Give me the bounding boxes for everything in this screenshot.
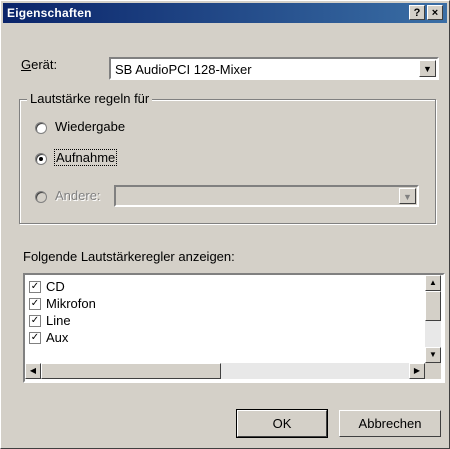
scroll-left-icon[interactable]: ◀ — [25, 363, 41, 379]
device-label-text: erät: — [31, 57, 58, 72]
other-device-select: ▼ — [114, 185, 419, 207]
help-button[interactable]: ? — [409, 5, 425, 20]
radio-playback-label[interactable]: Wiedergabe — [55, 119, 125, 134]
device-select-value: SB AudioPCI 128-Mixer — [115, 62, 252, 77]
scrollbar-corner — [425, 363, 441, 379]
device-label: Gerät: — [21, 57, 57, 72]
radio-other — [35, 191, 47, 203]
radio-recording-label[interactable]: Aufnahme — [53, 149, 118, 166]
window-title: Eigenschaften — [7, 6, 92, 20]
volume-group-legend: Lautstärke regeln für — [27, 91, 153, 106]
checkbox-aux[interactable]: ✓ — [29, 332, 41, 344]
radio-selected-dot — [39, 157, 43, 161]
device-label-accesskey: G — [21, 57, 32, 72]
radio-playback[interactable] — [35, 122, 47, 134]
title-bar[interactable]: Eigenschaften ? × — [3, 3, 447, 23]
controls-list-label: Folgende Lautstärkeregler anzeigen: — [23, 249, 235, 264]
chevron-down-icon[interactable]: ▼ — [419, 60, 436, 77]
device-select[interactable]: SB AudioPCI 128-Mixer ▼ — [109, 57, 439, 80]
ok-button[interactable]: OK — [236, 409, 328, 438]
close-button[interactable]: × — [427, 5, 443, 20]
checkbox-mikrofon[interactable]: ✓ — [29, 298, 41, 310]
list-item-label: Line — [46, 313, 71, 328]
scroll-right-icon[interactable]: ▶ — [409, 363, 425, 379]
radio-recording[interactable] — [35, 153, 47, 165]
scroll-up-icon[interactable]: ▲ — [425, 275, 441, 291]
checkbox-line[interactable]: ✓ — [29, 315, 41, 327]
controls-listbox[interactable]: ✓ CD ✓ Mikrofon ✓ Line ✓ Aux ▲ ▼ ◀ ▶ — [23, 273, 445, 383]
checkbox-cd[interactable]: ✓ — [29, 281, 41, 293]
radio-other-label: Andere: — [55, 188, 101, 203]
list-item-label: Aux — [46, 330, 69, 345]
chevron-down-icon: ▼ — [399, 188, 416, 204]
list-item-label: CD — [46, 279, 65, 294]
horizontal-scroll-thumb[interactable] — [41, 363, 221, 379]
cancel-button[interactable]: Abbrechen — [339, 410, 441, 437]
vertical-scroll-thumb[interactable] — [425, 291, 441, 321]
list-item-label: Mikrofon — [46, 296, 96, 311]
properties-dialog: Eigenschaften ? × Gerät: SB AudioPCI 128… — [0, 0, 450, 449]
scroll-down-icon[interactable]: ▼ — [425, 347, 441, 363]
